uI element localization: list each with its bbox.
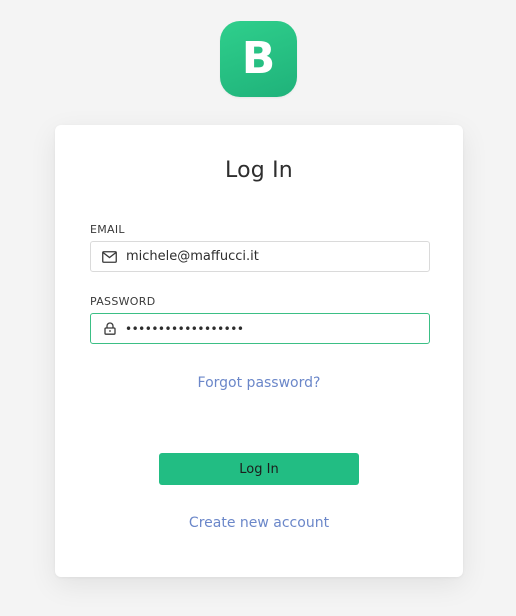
app-logo: B [220,21,297,97]
forgot-password-link[interactable]: Forgot password? [55,375,463,391]
mail-icon [101,249,117,265]
page-title: Log In [225,158,293,183]
create-account-link[interactable]: Create new account [55,515,463,531]
password-input[interactable] [125,318,415,339]
password-label: PASSWORD [90,295,156,308]
lock-icon [102,321,118,337]
login-button[interactable]: Log In [159,453,359,485]
email-field-wrapper[interactable] [90,241,430,272]
logo-letter: B [241,33,276,84]
password-field-wrapper[interactable] [90,313,430,344]
email-label: EMAIL [90,223,125,236]
login-card: Log In EMAIL PASSWORD Forgot password? L… [55,125,463,577]
email-input[interactable] [126,246,416,267]
